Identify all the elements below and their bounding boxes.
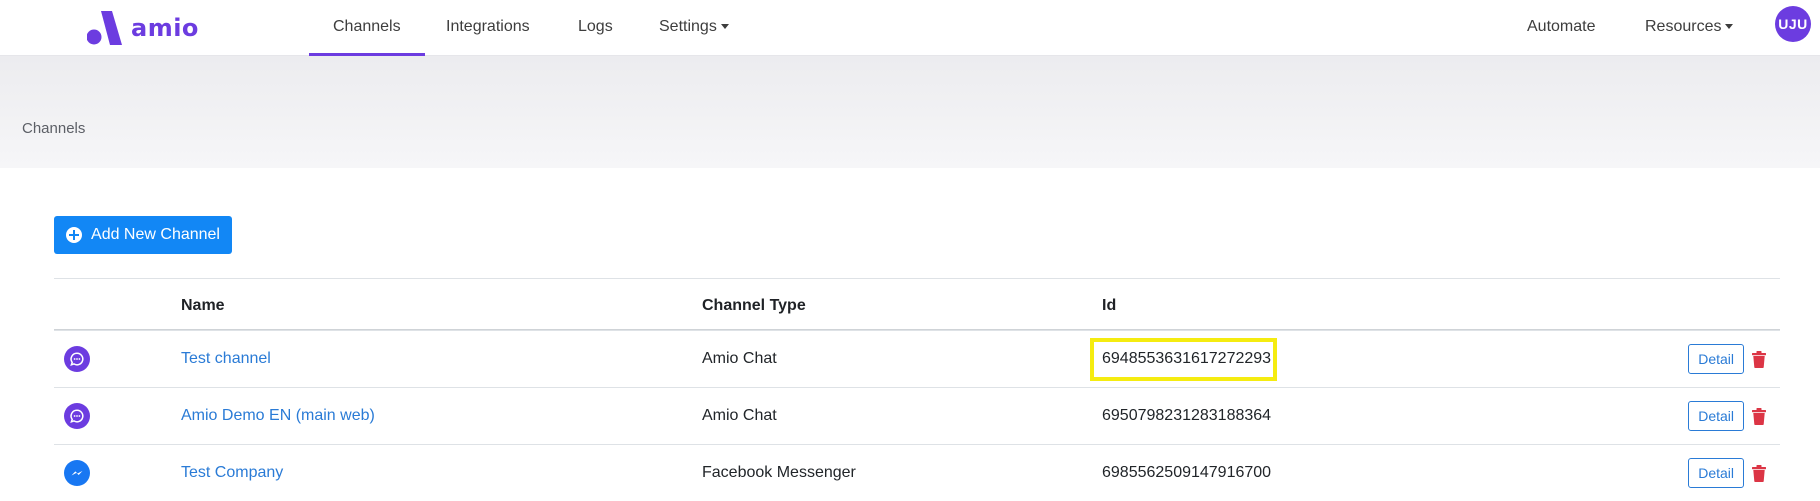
channel-id-cell: 6948553631617272293 <box>1090 331 1277 387</box>
brand-name: amio <box>131 14 199 42</box>
channel-id-cell: 6985562509147916700 <box>1102 445 1271 501</box>
column-header-channel-type[interactable]: Channel Type <box>702 279 806 331</box>
row-actions: Detail <box>1688 445 1766 501</box>
trash-icon[interactable] <box>1752 407 1766 425</box>
avatar-initials: UJU <box>1778 16 1808 32</box>
caret-down-icon <box>720 24 729 30</box>
breadcrumb-band: Channels <box>0 56 1820 168</box>
channel-icon-cell <box>64 445 90 501</box>
channel-name-link[interactable]: Amio Demo EN (main web) <box>181 407 375 425</box>
detail-button[interactable]: Detail <box>1688 344 1744 374</box>
nav-automate-label: Automate <box>1527 18 1596 35</box>
nav-logs[interactable]: Logs <box>578 0 613 56</box>
detail-button[interactable]: Detail <box>1688 401 1744 431</box>
channel-id: 6948553631617272293 <box>1102 350 1272 367</box>
channels-panel: Add New Channel Name Channel Type Id Tes… <box>6 168 1820 496</box>
column-header-id[interactable]: Id <box>1102 279 1116 331</box>
channels-table: Name Channel Type Id Test channel Amio C… <box>54 278 1780 501</box>
nav-channels-label: Channels <box>333 18 401 35</box>
user-avatar[interactable]: UJU <box>1775 6 1811 42</box>
nav-logs-label: Logs <box>578 18 613 35</box>
channel-name-cell: Amio Demo EN (main web) <box>181 388 375 444</box>
channel-type: Facebook Messenger <box>702 464 856 481</box>
channel-type: Amio Chat <box>702 350 777 367</box>
nav-settings-dropdown[interactable]: Settings <box>659 0 729 56</box>
channel-type-cell: Amio Chat <box>702 331 777 387</box>
channel-name-link[interactable]: Test Company <box>181 464 283 482</box>
channel-id: 6985562509147916700 <box>1102 464 1272 481</box>
channel-type-cell: Amio Chat <box>702 388 777 444</box>
column-header-name[interactable]: Name <box>181 279 225 331</box>
caret-down-icon <box>1725 24 1734 30</box>
amio-chat-icon <box>64 403 90 429</box>
table-row: Test Company Facebook Messenger 69855625… <box>54 444 1780 501</box>
nav-automate[interactable]: Automate <box>1527 0 1595 56</box>
table-header-row: Name Channel Type Id <box>54 278 1780 330</box>
messenger-icon <box>64 460 90 486</box>
channel-id-cell: 6950798231283188364 <box>1102 388 1271 444</box>
channel-name-link[interactable]: Test channel <box>181 350 271 368</box>
channel-id: 6950798231283188364 <box>1102 407 1272 424</box>
channel-type-cell: Facebook Messenger <box>702 445 856 501</box>
add-new-channel-button[interactable]: Add New Channel <box>54 216 232 254</box>
nav-integrations[interactable]: Integrations <box>446 0 530 56</box>
channel-icon-cell <box>64 331 90 387</box>
channel-type: Amio Chat <box>702 407 777 424</box>
trash-icon[interactable] <box>1752 350 1766 368</box>
row-actions: Detail <box>1688 331 1766 387</box>
nav-settings-label: Settings <box>659 18 717 35</box>
table-row: Amio Demo EN (main web) Amio Chat 695079… <box>54 387 1780 444</box>
channel-name-cell: Test channel <box>181 331 271 387</box>
channel-icon-cell <box>64 388 90 444</box>
nav-resources-label: Resources <box>1645 18 1722 35</box>
row-actions: Detail <box>1688 388 1766 444</box>
amio-logo[interactable]: amio <box>87 10 199 46</box>
amio-chat-icon <box>64 346 90 372</box>
amio-logo-icon <box>87 11 122 45</box>
table-row: Test channel Amio Chat 69485536316172722… <box>54 330 1780 387</box>
add-new-channel-label: Add New Channel <box>91 226 220 243</box>
nav-channels[interactable]: Channels <box>309 0 425 56</box>
top-navbar: amio Channels Integrations Logs Settings… <box>0 0 1820 56</box>
plus-circle-icon <box>66 227 83 243</box>
detail-button[interactable]: Detail <box>1688 458 1744 488</box>
breadcrumb: Channels <box>22 120 86 137</box>
nav-integrations-label: Integrations <box>446 18 530 35</box>
trash-icon[interactable] <box>1752 464 1766 482</box>
channel-name-cell: Test Company <box>181 445 283 501</box>
nav-resources-dropdown[interactable]: Resources <box>1645 0 1734 56</box>
